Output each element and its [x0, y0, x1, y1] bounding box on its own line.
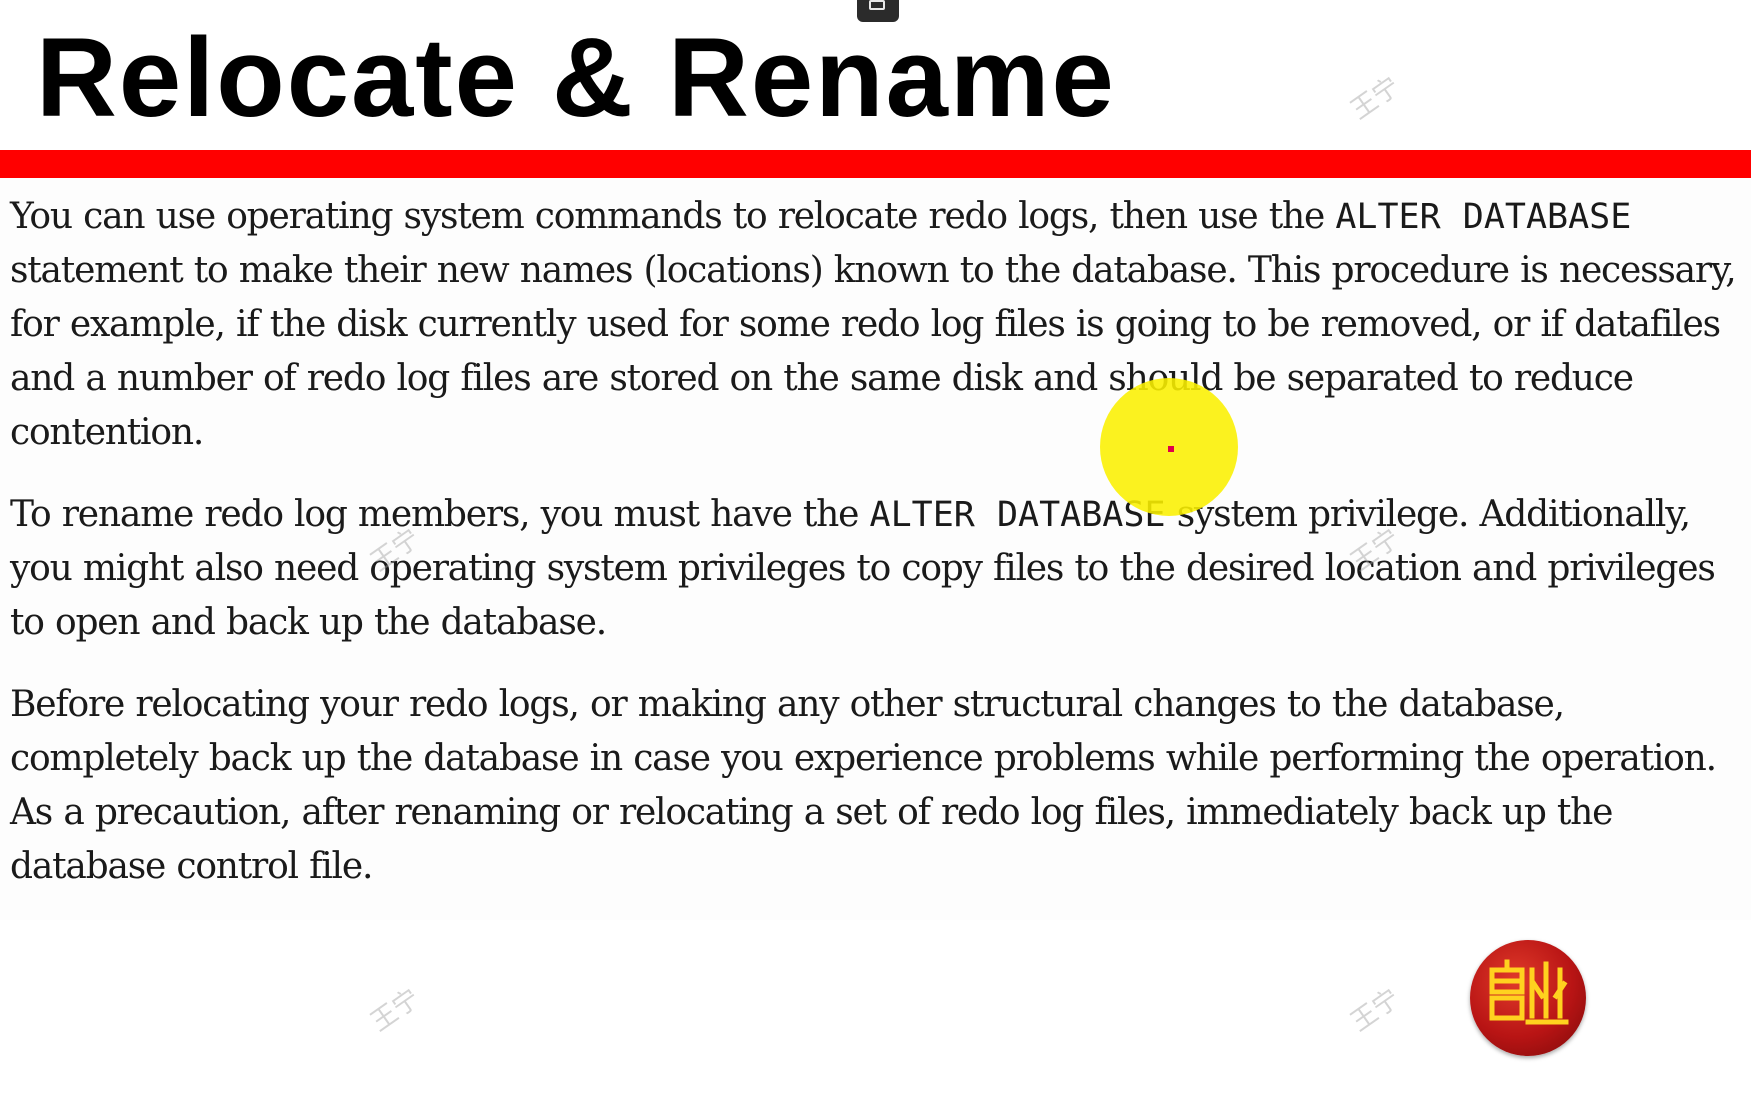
paragraph-text: Before relocating your redo logs, or mak…	[10, 684, 1717, 887]
restore-icon	[869, 0, 885, 10]
watermark: 王宁	[1345, 983, 1406, 1038]
paragraph-text: To rename redo log members, you must hav…	[10, 494, 870, 535]
paragraph-backup-advice: Before relocating your redo logs, or mak…	[10, 678, 1745, 894]
watermark: 王宁	[1345, 71, 1406, 126]
code-alter-database: ALTER DATABASE	[869, 495, 1166, 535]
title-divider-bar	[0, 150, 1751, 178]
paragraph-text: You can use operating system commands to…	[10, 196, 1336, 237]
paragraph-text: statement to make their new names (locat…	[10, 250, 1737, 453]
watermark: 王宁	[365, 983, 426, 1038]
slide-title: Relocate & Rename	[36, 15, 1116, 140]
paragraph-rename-privilege: To rename redo log members, you must hav…	[10, 488, 1745, 650]
seal-logo-icon	[1470, 940, 1586, 1056]
mouse-pointer-icon	[1168, 446, 1174, 452]
paragraph-relocate: You can use operating system commands to…	[10, 190, 1745, 460]
code-alter-database: ALTER DATABASE	[1335, 197, 1632, 237]
